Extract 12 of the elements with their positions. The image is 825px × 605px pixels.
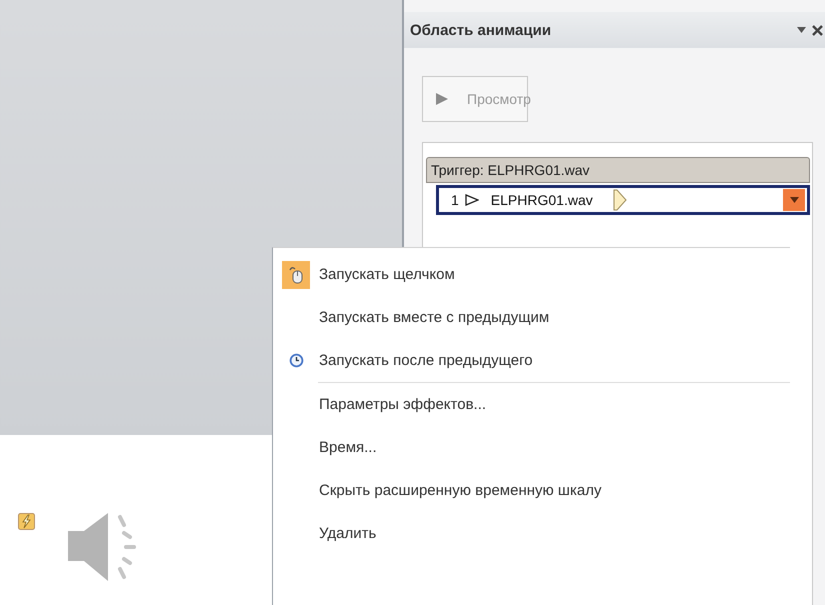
menu-item[interactable]: Удалить (273, 512, 790, 555)
effect-number: 1 (451, 192, 459, 208)
menu-item[interactable]: Время... (273, 426, 790, 469)
menu-item[interactable]: Запускать щелчком (273, 253, 790, 296)
pane-title: Область анимации (410, 22, 552, 38)
effect-row[interactable]: 1 ELPHRG01.wav (436, 185, 810, 215)
menu-item[interactable]: Скрыть расширенную временную шкалу (273, 469, 790, 512)
menu-item[interactable]: Запускать вместе с предыдущим (273, 296, 790, 339)
trigger-header[interactable]: Триггер: ELPHRG01.wav (426, 157, 810, 183)
effect-name: ELPHRG01.wav (490, 192, 593, 208)
menu-item[interactable]: Параметры эффектов... (273, 383, 790, 426)
menu-item[interactable]: Запускать после предыдущего (273, 339, 790, 382)
